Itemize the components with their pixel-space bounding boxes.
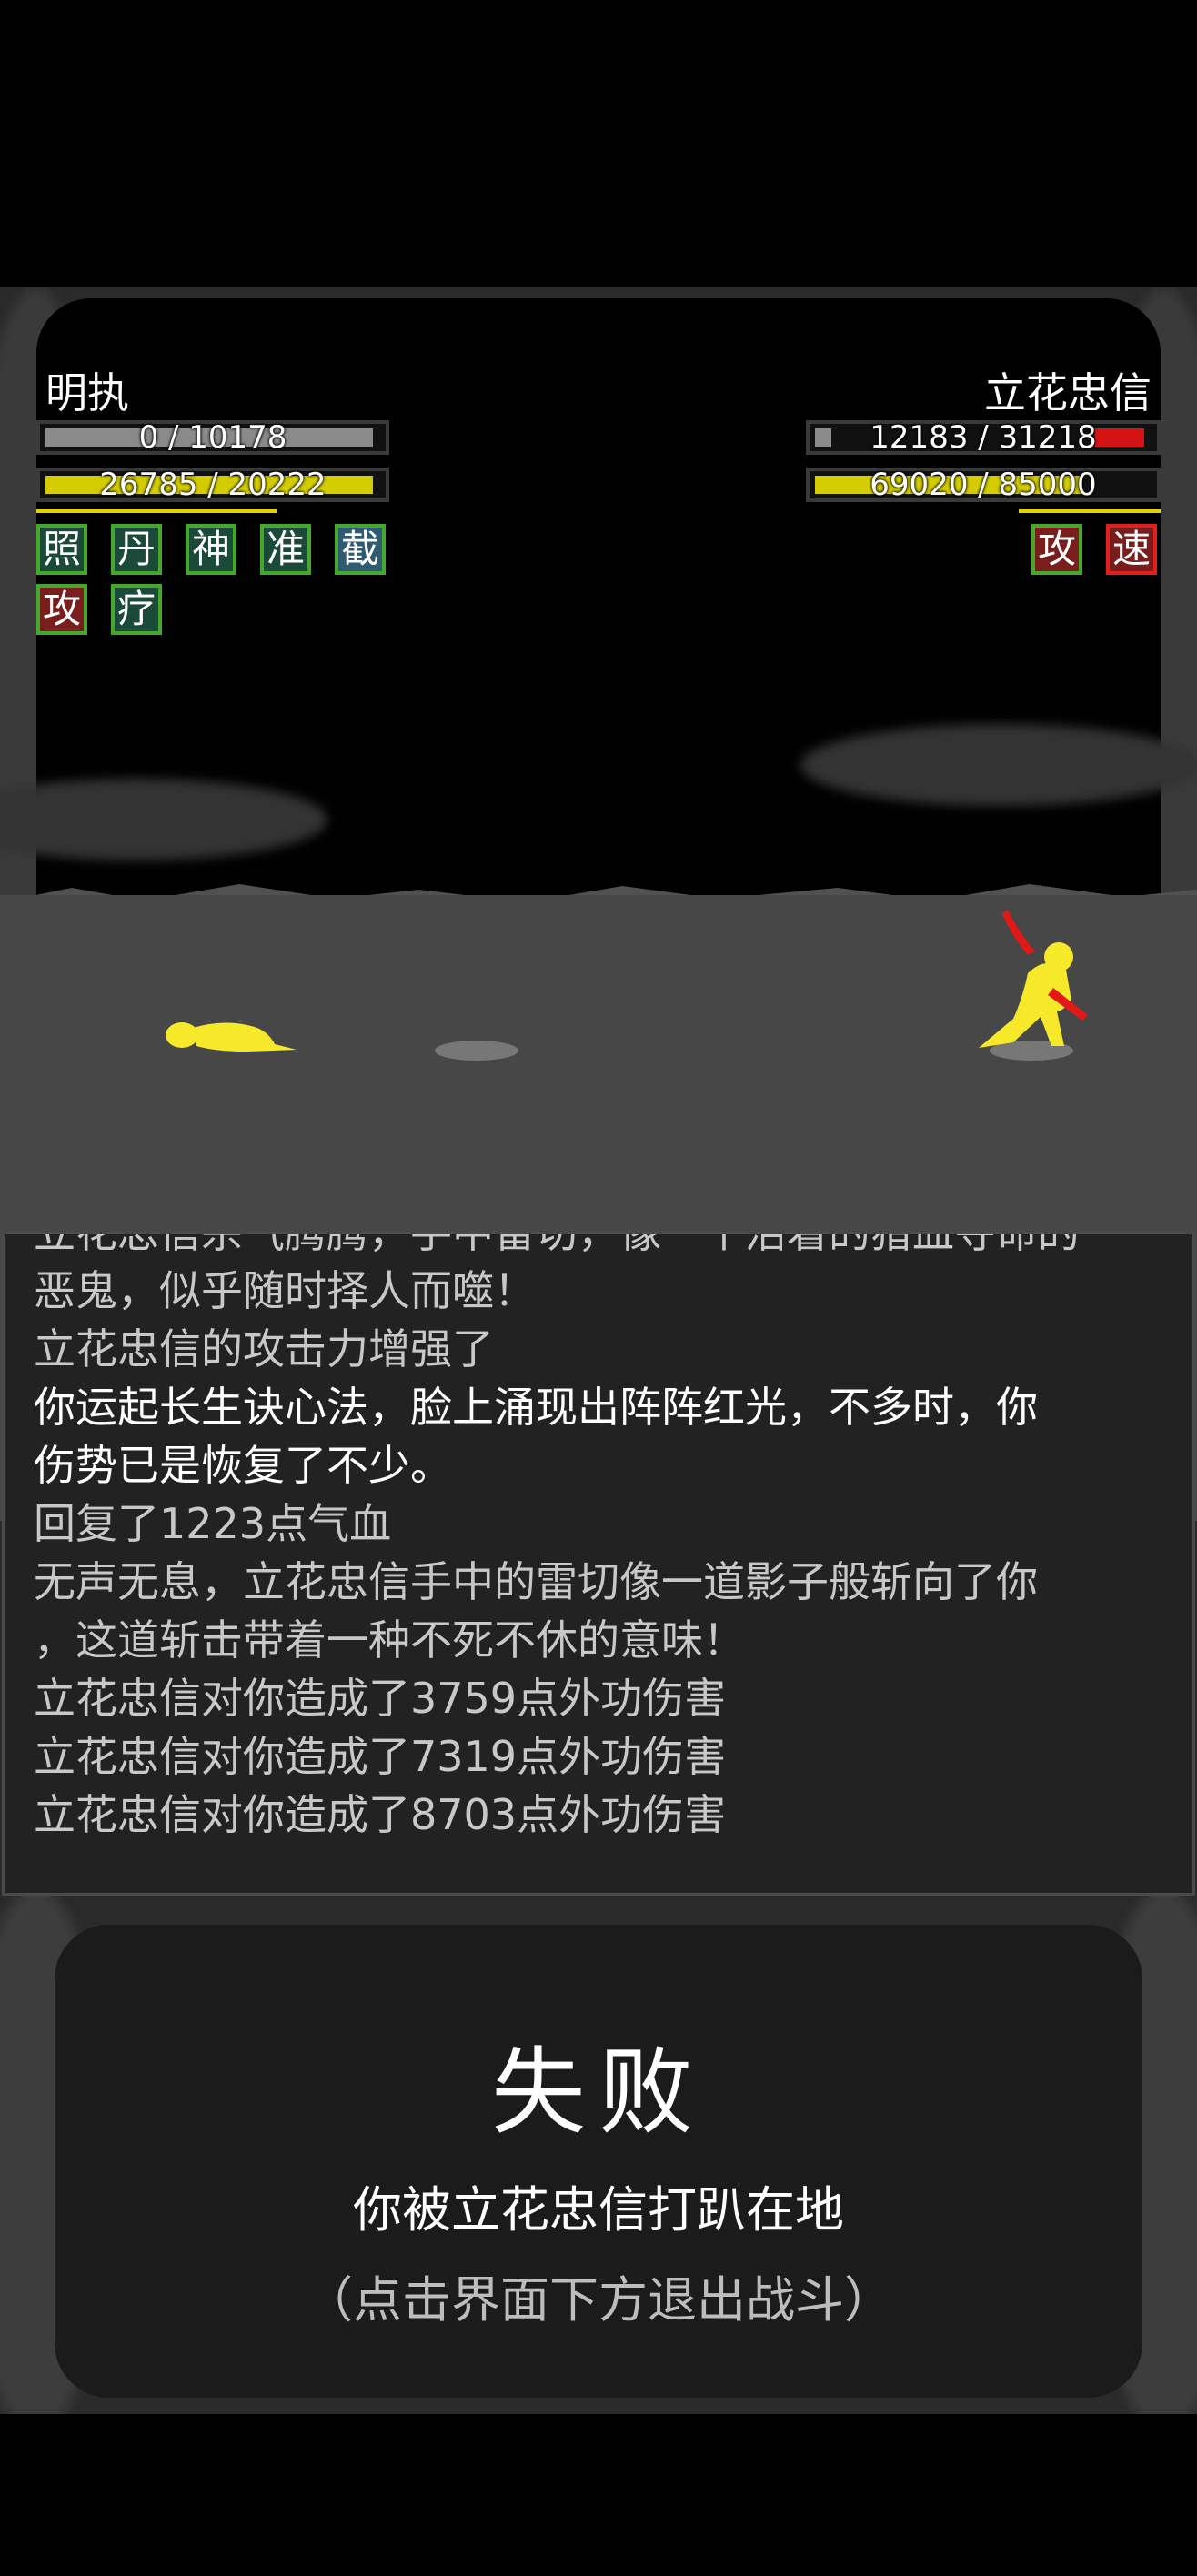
enemy-energy-bar: 69020 / 85000 — [806, 468, 1161, 502]
ground-shadow — [435, 1041, 518, 1061]
player-hp-bar: 0 / 10178 — [36, 420, 389, 455]
result-subtitle: 你被立花忠信打趴在地 — [353, 2181, 844, 2239]
enemy-hp-text: 12183 / 31218 — [870, 419, 1097, 456]
enemy-hp-bar: 12183 / 31218 — [806, 420, 1161, 455]
player-underline — [36, 509, 277, 513]
log-line: 立花忠信对你造成了7319点外功伤害 — [34, 1732, 727, 1781]
log-line: 伤势已是恢复了不少。 — [34, 1441, 452, 1490]
buff-icon[interactable]: 神 — [186, 524, 236, 575]
log-line: 恶鬼，似乎随时择人而噬！ — [34, 1266, 536, 1315]
player-energy-bar: 26785 / 20222 — [36, 468, 389, 502]
log-line: 立花忠信杀气腾腾，手中雷切，像一个活着的猎血夺命的 — [34, 1232, 1080, 1257]
combat-log[interactable]: 立花忠信杀气腾腾，手中雷切，像一个活着的猎血夺命的 恶鬼，似乎随时择人而噬！ 立… — [2, 1232, 1195, 1896]
log-line: 无声无息，立花忠信手中的雷切像一道影子般斩向了你 — [34, 1557, 1038, 1606]
enemy-energy-text: 69020 / 85000 — [870, 467, 1097, 503]
log-line: 立花忠信对你造成了3759点外功伤害 — [34, 1674, 727, 1723]
log-line: 立花忠信的攻击力增强了 — [34, 1324, 494, 1374]
player-hp-text: 0 / 10178 — [138, 419, 287, 456]
buff-icon[interactable]: 疗 — [111, 584, 162, 635]
buff-icon[interactable]: 准 — [260, 524, 311, 575]
swordsman-figure-icon — [979, 910, 1088, 1048]
log-line: 你运起长生诀心法，脸上涌现出阵阵红光，不多时，你 — [34, 1383, 1038, 1432]
log-line: 回复了1223点气血 — [34, 1499, 392, 1548]
player-name: 明执 — [45, 368, 129, 418]
buff-icon[interactable]: 速 — [1106, 524, 1157, 575]
exit-battle-hint[interactable]: （点击界面下方退出战斗） — [0, 2259, 1197, 2331]
buff-icon[interactable]: 攻 — [36, 584, 87, 635]
log-line: 立花忠信对你造成了8703点外功伤害 — [34, 1790, 727, 1839]
player-energy-text: 26785 / 20222 — [99, 467, 327, 503]
enemy-underline — [1019, 509, 1161, 513]
log-line: ，这道斩击带着一种不死不休的意味！ — [34, 1615, 745, 1665]
top-letterbox — [0, 0, 1197, 287]
buff-icon[interactable]: 截 — [335, 524, 386, 575]
buff-icon[interactable]: 攻 — [1031, 524, 1082, 575]
enemy-name: 立花忠信 — [984, 368, 1152, 418]
bottom-letterbox[interactable] — [0, 2414, 1197, 2576]
buff-icon[interactable]: 丹 — [111, 524, 162, 575]
fallen-figure-icon — [166, 1022, 297, 1052]
result-title: 失败 — [490, 2037, 706, 2148]
buff-icon[interactable]: 照 — [36, 524, 87, 575]
